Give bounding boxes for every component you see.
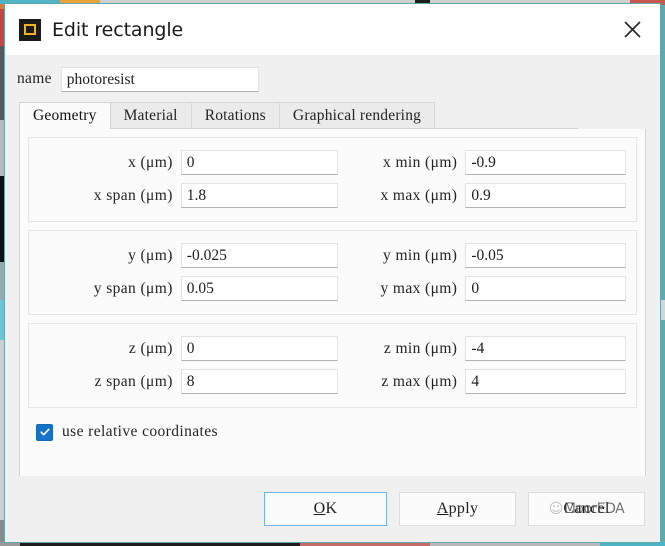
z-center-label: z (μm) <box>128 339 173 357</box>
ok-button[interactable]: OK <box>264 492 387 526</box>
z-min-input[interactable]: -4 <box>465 336 626 361</box>
z-center-row: z (μm) 0 z min (μm) -4 <box>39 332 626 365</box>
use-relative-coordinates-row[interactable]: use relative coordinates <box>28 416 637 441</box>
tab-material[interactable]: Material <box>109 102 192 128</box>
rectangle-object-icon <box>19 18 41 41</box>
apply-button[interactable]: Apply <box>399 492 516 526</box>
x-min-label: x min (μm) <box>383 153 458 171</box>
x-min-input[interactable]: -0.9 <box>465 150 626 175</box>
dialog-body: name photoresist Geometry Material Rotat… <box>5 55 660 542</box>
z-group: z (μm) 0 z min (μm) -4 z span (μm) 8 z m… <box>28 323 637 408</box>
x-center-input[interactable]: 0 <box>180 150 338 175</box>
z-min-label: z min (μm) <box>383 339 458 357</box>
z-span-input[interactable]: 8 <box>180 369 338 394</box>
y-span-label: y span (μm) <box>93 279 173 297</box>
z-max-label: z max (μm) <box>381 372 458 390</box>
y-max-label: y max (μm) <box>380 279 458 297</box>
y-center-input[interactable]: -0.025 <box>180 243 338 268</box>
geometry-panel: x (μm) 0 x min (μm) -0.9 x span (μm) 1.8… <box>19 129 646 483</box>
x-span-input[interactable]: 1.8 <box>180 183 338 208</box>
cancel-button[interactable]: Cancel ☺MoorEDA <box>528 492 645 526</box>
x-center-row: x (μm) 0 x min (μm) -0.9 <box>39 146 626 179</box>
dialog-footer: OK Apply Cancel ☺MoorEDA <box>5 476 660 542</box>
z-center-input[interactable]: 0 <box>180 336 338 361</box>
z-span-row: z span (μm) 8 z max (μm) 4 <box>39 365 626 398</box>
ok-rest: K <box>325 500 338 517</box>
x-span-row: x span (μm) 1.8 x max (μm) 0.9 <box>39 179 626 212</box>
y-max-input[interactable]: 0 <box>465 276 626 301</box>
wechat-icon: ☺ <box>548 501 564 517</box>
dialog-titlebar: Edit rectangle <box>5 4 660 55</box>
y-center-row: y (μm) -0.025 y min (μm) -0.05 <box>39 239 626 272</box>
tab-filler <box>434 127 578 128</box>
z-span-label: z span (μm) <box>94 372 173 390</box>
x-max-input[interactable]: 0.9 <box>465 183 626 208</box>
tab-geometry[interactable]: Geometry <box>19 102 111 129</box>
apply-mnemonic: A <box>436 500 449 517</box>
name-input[interactable]: photoresist <box>60 66 259 92</box>
y-span-input[interactable]: 0.05 <box>180 276 338 301</box>
edit-rectangle-dialog: Edit rectangle name photoresist Geometry… <box>4 3 661 543</box>
ok-mnemonic: O <box>313 500 326 517</box>
y-group: y (μm) -0.025 y min (μm) -0.05 y span (μ… <box>28 230 637 315</box>
y-min-label: y min (μm) <box>383 246 458 264</box>
use-relative-coordinates-checkbox[interactable] <box>36 423 53 441</box>
x-center-label: x (μm) <box>128 153 173 171</box>
tab-rotations[interactable]: Rotations <box>190 102 280 128</box>
tab-graphical-rendering[interactable]: Graphical rendering <box>278 102 436 128</box>
dialog-title: Edit rectangle <box>52 18 184 41</box>
name-label: name <box>17 70 52 87</box>
z-max-input[interactable]: 4 <box>465 369 626 394</box>
apply-rest: pply <box>448 500 479 517</box>
y-center-label: y (μm) <box>128 246 173 264</box>
y-min-input[interactable]: -0.05 <box>465 243 626 268</box>
use-relative-coordinates-label: use relative coordinates <box>62 423 218 440</box>
tab-bar: Geometry Material Rotations Graphical re… <box>19 102 578 129</box>
y-span-row: y span (μm) 0.05 y max (μm) 0 <box>39 272 626 305</box>
x-group: x (μm) 0 x min (μm) -0.9 x span (μm) 1.8… <box>28 137 637 222</box>
x-span-label: x span (μm) <box>93 186 173 204</box>
close-icon[interactable] <box>604 4 660 55</box>
window-edge-right <box>661 0 665 546</box>
cancel-label: Cancel <box>563 500 610 517</box>
x-max-label: x max (μm) <box>380 186 458 204</box>
name-row: name photoresist <box>5 55 660 93</box>
